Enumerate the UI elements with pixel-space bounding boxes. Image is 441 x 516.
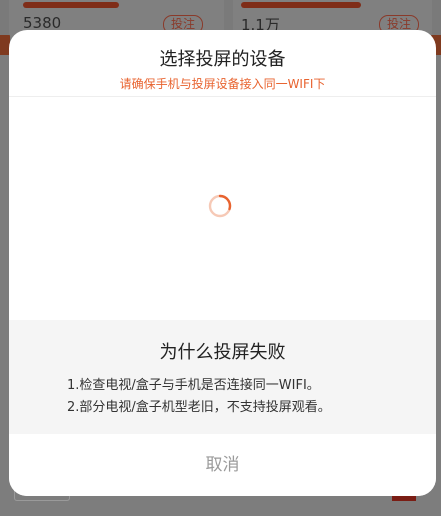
background-progress-bar [241, 2, 361, 8]
help-item: 1.检查电视/盒子与手机是否连接同一WIFI。 [67, 378, 320, 393]
help-title: 为什么投屏失败 [159, 342, 286, 363]
cast-device-dialog: 选择投屏的设备 请确保手机与投屏设备接入同一WIFI下 为什么投屏失败 1.检查… [9, 30, 436, 496]
cancel-button[interactable]: 取消 [9, 434, 436, 496]
spinner-icon [208, 194, 232, 218]
dialog-subtitle: 请确保手机与投屏设备接入同一WIFI下 [119, 77, 326, 91]
divider [9, 96, 436, 97]
background-progress-bar [23, 2, 119, 8]
screen: 5380 投注 1.1万 投注 选择投屏的设备 请确保手机与投屏设备接入同一WI… [0, 0, 441, 516]
cast-help-panel: 为什么投屏失败 1.检查电视/盒子与手机是否连接同一WIFI。 2.部分电视/盒… [9, 320, 436, 434]
help-item: 2.部分电视/盒子机型老旧，不支持投屏观看。 [67, 400, 331, 415]
dialog-title: 选择投屏的设备 [159, 49, 286, 70]
